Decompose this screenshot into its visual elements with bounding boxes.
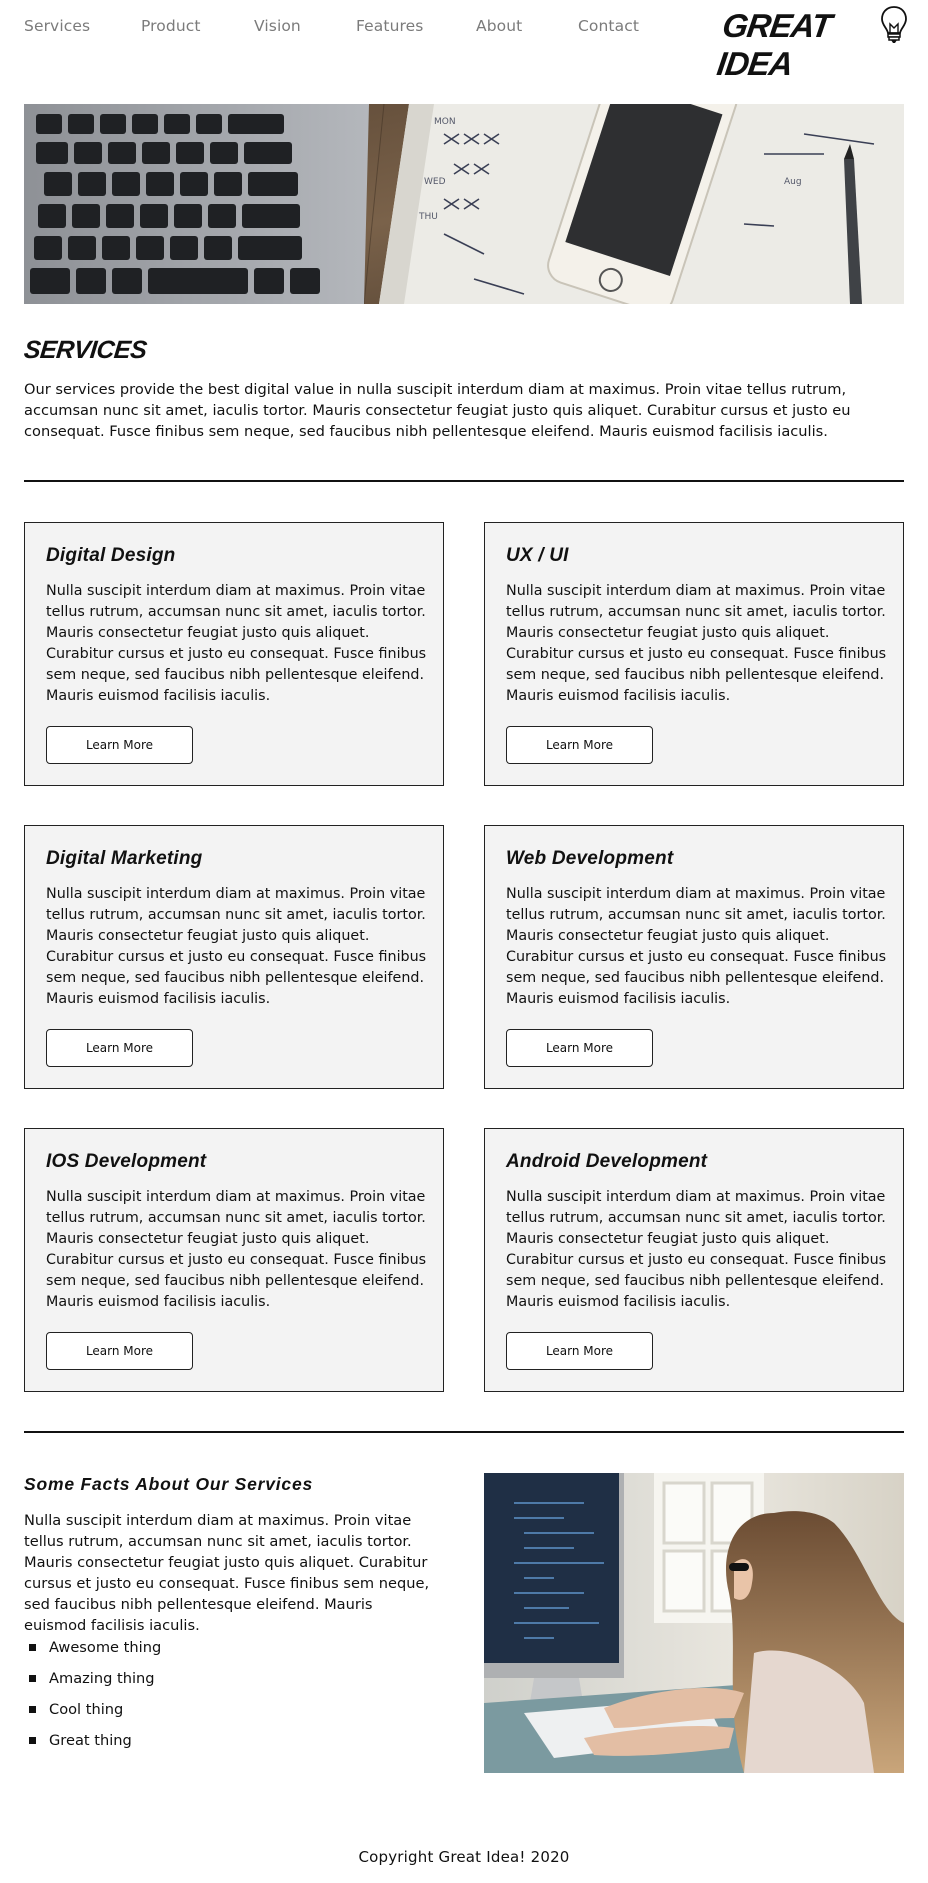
card-text: Nulla suscipit interdum diam at maximus.… (46, 886, 427, 1007)
woman-at-computer-image (484, 1473, 904, 1773)
facts-title: Some Facts About Our Services (24, 1474, 314, 1494)
learn-more-button[interactable]: Learn More (506, 1332, 653, 1370)
nav-link-services[interactable]: Services (24, 17, 90, 35)
card-title: UX / UI (506, 545, 569, 566)
top-nav: Services Product Vision Features About C… (0, 0, 928, 82)
nav-link-vision[interactable]: Vision (254, 17, 301, 35)
nav-link-features[interactable]: Features (356, 17, 423, 35)
learn-more-button[interactable]: Learn More (506, 726, 653, 764)
learn-more-button[interactable]: Learn More (506, 1029, 653, 1067)
service-card-digital-marketing: Digital Marketing Nulla suscipit interdu… (24, 825, 444, 1089)
card-text: Nulla suscipit interdum diam at maximus.… (506, 1189, 887, 1310)
svg-text:MON: MON (434, 117, 456, 127)
learn-more-button[interactable]: Learn More (46, 726, 193, 764)
learn-more-button[interactable]: Learn More (46, 1029, 193, 1067)
card-title: IOS Development (46, 1151, 207, 1172)
list-item: Amazing thing (24, 1668, 324, 1699)
lightbulb-icon (881, 6, 907, 43)
svg-text:WED: WED (424, 177, 446, 187)
nav-link-about[interactable]: About (476, 17, 522, 35)
list-item: Great thing (24, 1730, 324, 1761)
card-text: Nulla suscipit interdum diam at maximus.… (46, 583, 427, 704)
service-card-web-development: Web Development Nulla suscipit interdum … (484, 825, 904, 1089)
list-item: Awesome thing (24, 1637, 324, 1668)
photo-woman-coding (484, 1473, 904, 1773)
list-item: Cool thing (24, 1699, 324, 1730)
card-title: Digital Design (46, 545, 176, 566)
service-card-digital-design: Digital Design Nulla suscipit interdum d… (24, 522, 444, 786)
desk-laptop-phone-image: MON WED THU Aug (24, 104, 904, 304)
svg-text:THU: THU (418, 212, 438, 222)
nav-link-contact[interactable]: Contact (578, 17, 639, 35)
list-item-label: Amazing thing (49, 1670, 155, 1687)
card-title: Android Development (506, 1151, 708, 1172)
service-card-ios-development: IOS Development Nulla suscipit interdum … (24, 1128, 444, 1392)
card-text: Nulla suscipit interdum diam at maximus.… (46, 1189, 427, 1310)
square-bullet-icon (29, 1706, 36, 1713)
svg-text:Aug: Aug (784, 177, 802, 187)
card-title: Web Development (506, 848, 674, 869)
list-item-label: Awesome thing (49, 1639, 162, 1656)
services-intro: Our services provide the best digital va… (24, 381, 851, 440)
square-bullet-icon (29, 1737, 36, 1744)
brand-logo[interactable]: GREAT IDEA (715, 4, 910, 82)
card-text: Nulla suscipit interdum diam at maximus.… (506, 583, 887, 704)
section-divider (24, 480, 904, 482)
hero-image: MON WED THU Aug (24, 104, 904, 304)
section-divider (24, 1431, 904, 1433)
learn-more-button[interactable]: Learn More (46, 1332, 193, 1370)
nav-link-product[interactable]: Product (141, 17, 201, 35)
card-title: Digital Marketing (46, 848, 203, 869)
card-text: Nulla suscipit interdum diam at maximus.… (506, 886, 887, 1007)
list-item-label: Cool thing (49, 1701, 124, 1718)
square-bullet-icon (29, 1644, 36, 1651)
footer-copyright: Copyright Great Idea! 2020 (358, 1848, 570, 1866)
square-bullet-icon (29, 1675, 36, 1682)
service-card-ux-ui: UX / UI Nulla suscipit interdum diam at … (484, 522, 904, 786)
services-title: SERVICES (22, 336, 148, 364)
list-item-label: Great thing (49, 1732, 132, 1749)
facts-text: Nulla suscipit interdum diam at maximus.… (24, 1512, 430, 1634)
facts-list: Awesome thing Amazing thing Cool thing G… (24, 1637, 324, 1761)
service-card-android-development: Android Development Nulla suscipit inter… (484, 1128, 904, 1392)
